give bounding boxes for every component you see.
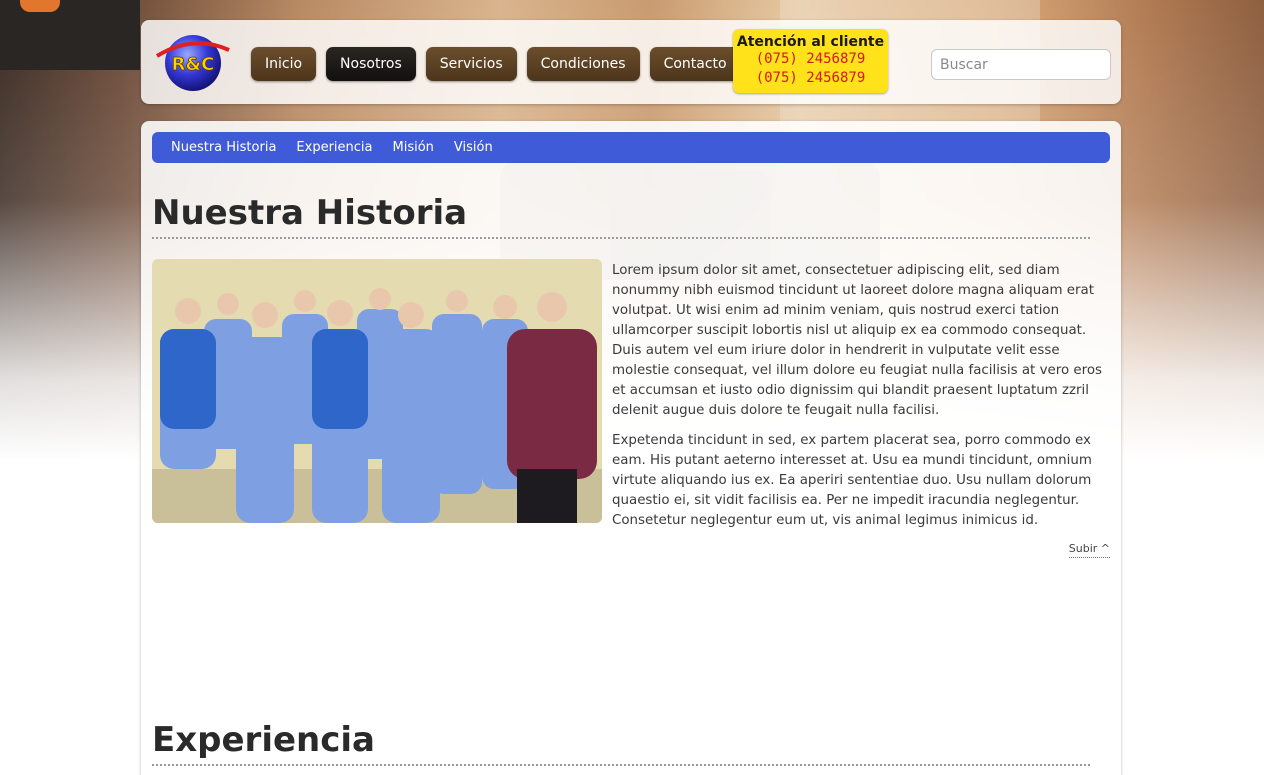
section-title-experiencia: Experiencia [152,720,1090,766]
nav-inicio[interactable]: Inicio [251,47,317,81]
customer-phone-2: (075) 2456879 [755,70,866,86]
subnav-vision[interactable]: Visión [454,140,493,155]
back-to-top-link[interactable]: Subir ^ [1068,542,1110,558]
team-photo [152,259,602,523]
background-fireplace [0,0,140,70]
background-fire [20,0,60,12]
historia-paragraph-2: Expetenda tincidunt in sed, ex partem pl… [612,433,1092,528]
main-content: Nuestra Historia Experiencia Misión Visi… [141,121,1121,775]
customer-service-title: Atención al cliente [736,34,885,50]
main-nav: Inicio Nosotros Servicios Condiciones Co… [251,47,741,81]
nav-servicios[interactable]: Servicios [425,47,517,81]
nav-nosotros[interactable]: Nosotros [326,47,416,81]
logo-text: R&C [172,54,215,75]
nav-contacto[interactable]: Contacto [649,47,741,81]
nav-condiciones[interactable]: Condiciones [526,47,640,81]
customer-service-box: Atención al cliente (075) 2456879 (075) … [733,29,888,93]
section-subnav: Nuestra Historia Experiencia Misión Visi… [152,132,1110,163]
site-logo[interactable]: R&C [153,30,231,94]
site-header: R&C Inicio Nosotros Servicios Condicione… [141,20,1121,104]
subnav-mision[interactable]: Misión [393,140,434,155]
subnav-experiencia[interactable]: Experiencia [296,140,372,155]
customer-phone-1: (075) 2456879 [755,51,866,67]
historia-text: Lorem ipsum dolor sit amet, consectetuer… [612,261,1104,541]
historia-paragraph-1: Lorem ipsum dolor sit amet, consectetuer… [612,263,1103,418]
subnav-nuestra-historia[interactable]: Nuestra Historia [171,140,276,155]
search-input[interactable] [931,49,1111,80]
section-title-historia: Nuestra Historia [152,193,1090,239]
